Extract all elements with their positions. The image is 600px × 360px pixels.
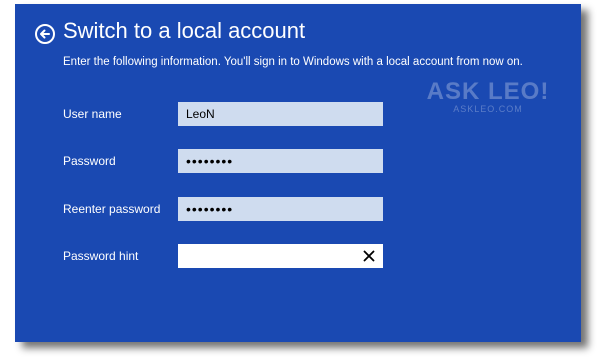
watermark-logo-text: ASK LEO! xyxy=(426,78,550,105)
watermark: ASK LEO! ASKLEO.COM xyxy=(423,78,553,114)
screenshot-frame: Switch to a local account Enter the foll… xyxy=(0,0,600,360)
username-label: User name xyxy=(63,107,122,121)
username-field[interactable]: LeoN xyxy=(178,102,383,126)
dialog-panel: Switch to a local account Enter the foll… xyxy=(15,4,581,342)
password-field[interactable]: •••••••• xyxy=(178,149,383,173)
page-title: Switch to a local account xyxy=(63,18,306,43)
clear-button[interactable] xyxy=(363,250,375,262)
password-label: Password xyxy=(63,154,116,168)
password-hint-label: Password hint xyxy=(63,249,139,263)
back-arrow-icon xyxy=(40,29,50,39)
back-button[interactable] xyxy=(35,24,55,44)
close-icon xyxy=(363,250,375,262)
reenter-password-label: Reenter password xyxy=(63,202,161,216)
password-hint-field[interactable] xyxy=(178,244,383,268)
page-subtitle: Enter the following information. You'll … xyxy=(63,56,523,68)
reenter-password-field[interactable]: •••••••• xyxy=(178,197,383,221)
